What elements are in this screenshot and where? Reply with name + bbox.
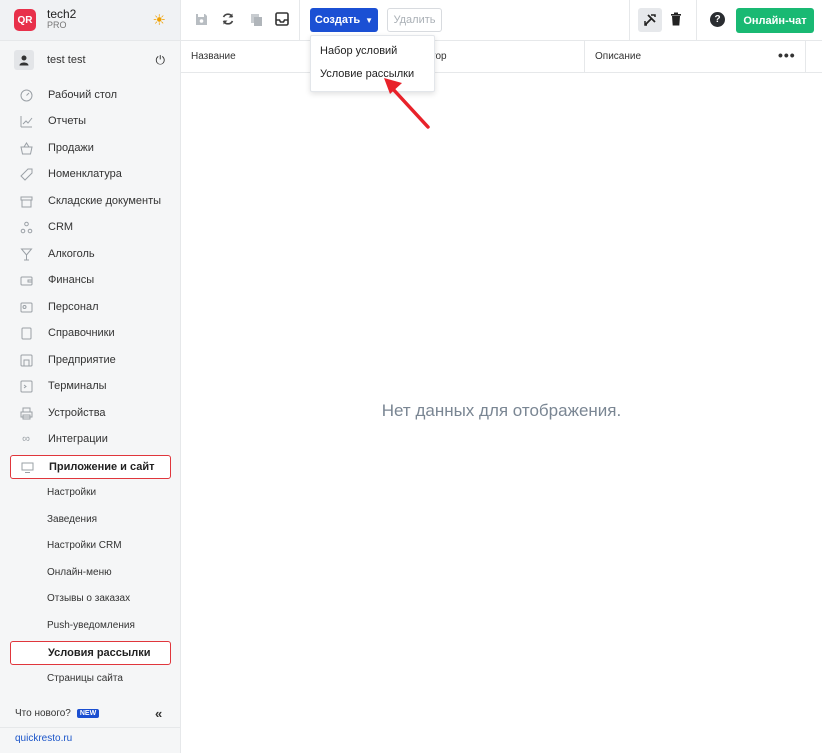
sidebar-item-label: CRM [48, 221, 74, 233]
people-icon [19, 300, 33, 314]
subitem-crm-settings[interactable]: Настройки CRM [47, 539, 122, 553]
whats-new-link[interactable]: Что нового? NEW [15, 708, 100, 719]
account-plan: PRO [47, 20, 67, 30]
footer-divider [0, 727, 181, 728]
account-name: tech2 [47, 7, 77, 21]
column-header-description[interactable]: Описание [595, 51, 641, 62]
warehouse-icon [19, 194, 33, 208]
help-icon[interactable]: ? [710, 12, 725, 27]
power-icon[interactable]: ⏻ [156, 53, 166, 68]
sidebar-item-label: Предприятие [48, 354, 116, 366]
sidebar-item-app-and-site[interactable]: Приложение и сайт [10, 455, 171, 479]
toolbar-divider [299, 0, 300, 40]
column-divider [584, 41, 585, 73]
sidebar-item-staff[interactable]: Персонал [0, 296, 181, 318]
sidebar-item-label: Приложение и сайт [49, 461, 155, 473]
monitor-icon [20, 460, 34, 474]
wallet-icon [19, 273, 33, 287]
basket-icon [19, 141, 33, 155]
sidebar-item-reports[interactable]: Отчеты [0, 110, 181, 132]
sidebar-item-sales[interactable]: Продажи [0, 137, 181, 159]
glass-icon [19, 247, 33, 261]
subitem-site-pages[interactable]: Страницы сайта [47, 672, 123, 686]
copy-icon[interactable] [248, 11, 264, 27]
sidebar: QR tech2 PRO ☀ test test ⏻ Рабочий стол … [0, 0, 181, 753]
table-header: Название тор Описание ••• [181, 41, 822, 73]
infinity-icon: ∞ [22, 433, 30, 445]
sidebar-item-label: Персонал [48, 301, 99, 313]
tools-icon[interactable] [638, 8, 662, 32]
online-chat-button[interactable]: Онлайн-чат [736, 8, 814, 33]
toolbar-divider [696, 0, 697, 40]
inbox-icon[interactable] [274, 11, 290, 27]
theme-sun-icon[interactable]: ☀ [153, 11, 166, 29]
sidebar-item-alcohol[interactable]: Алкоголь [0, 243, 181, 265]
tag-icon [19, 167, 33, 181]
sidebar-item-label: Алкоголь [48, 248, 95, 260]
subitem-push-notifications[interactable]: Push-уведомления [47, 619, 135, 633]
toolbar-divider [629, 0, 630, 40]
collapse-sidebar-icon[interactable]: « [155, 706, 162, 721]
menu-item-condition-set[interactable]: Набор условий [320, 45, 397, 57]
new-badge: NEW [76, 709, 100, 718]
sidebar-item-integrations[interactable]: ∞ Интеграции [0, 428, 181, 450]
sidebar-item-label: Рабочий стол [48, 89, 118, 101]
column-header-name[interactable]: Название [191, 51, 236, 62]
quickresto-link[interactable]: quickresto.ru [15, 733, 72, 744]
sidebar-item-label: Интеграции [48, 433, 108, 445]
reports-icon [19, 114, 33, 128]
sidebar-item-label: Устройства [48, 407, 106, 419]
crm-icon [19, 220, 33, 234]
book-icon [19, 326, 33, 340]
subitem-order-reviews[interactable]: Отзывы о заказах [47, 592, 130, 606]
toolbar: Создать ▼ Удалить ? Онлайн-чат [181, 0, 822, 41]
empty-state-message: Нет данных для отображения. [381, 401, 622, 420]
dashboard-icon [19, 88, 33, 102]
subitem-mailing-conditions[interactable]: Условия рассылки [10, 641, 171, 665]
terminal-icon [19, 379, 33, 393]
sidebar-item-terminals[interactable]: Терминалы [0, 375, 181, 397]
sidebar-item-enterprise[interactable]: Предприятие [0, 349, 181, 371]
sidebar-item-crm[interactable]: CRM [0, 216, 181, 238]
sidebar-item-label: Складские документы [48, 195, 162, 207]
sidebar-item-label: Отчеты [48, 115, 87, 127]
sidebar-item-dashboard[interactable]: Рабочий стол [0, 84, 181, 106]
printer-icon [19, 406, 33, 420]
create-button[interactable]: Создать ▼ [310, 8, 378, 32]
column-divider [805, 41, 806, 73]
save-icon[interactable] [193, 11, 209, 27]
refresh-icon[interactable] [220, 11, 236, 27]
annotation-arrow-icon [384, 78, 430, 129]
sidebar-item-warehouse[interactable]: Складские документы [0, 190, 181, 212]
subitem-settings[interactable]: Настройки [47, 486, 96, 500]
user-name: test test [47, 54, 86, 66]
sidebar-item-devices[interactable]: Устройства [0, 402, 181, 424]
quickresto-logo: QR [14, 9, 36, 31]
trash-icon[interactable] [668, 11, 684, 27]
sidebar-item-directories[interactable]: Справочники [0, 322, 181, 344]
sidebar-item-label: Справочники [48, 327, 115, 339]
sidebar-item-nomenclature[interactable]: Номенклатура [0, 163, 181, 185]
brand-header: QR tech2 PRO ☀ [0, 0, 180, 41]
user-row: test test ⏻ [0, 41, 180, 79]
sidebar-item-finance[interactable]: Финансы [0, 269, 181, 291]
more-options-icon[interactable]: ••• [778, 47, 796, 63]
subitem-venues[interactable]: Заведения [47, 513, 97, 527]
sidebar-item-label: Финансы [48, 274, 95, 286]
user-avatar-icon [14, 50, 34, 70]
store-icon [19, 353, 33, 367]
subitem-online-menu[interactable]: Онлайн-меню [47, 566, 112, 580]
chevron-down-icon: ▼ [365, 15, 374, 25]
sidebar-item-label: Продажи [48, 142, 94, 154]
create-button-label: Создать [314, 14, 361, 26]
delete-button[interactable]: Удалить [387, 8, 442, 32]
sidebar-item-label: Терминалы [48, 380, 107, 392]
whats-new-label: Что нового? [15, 708, 71, 719]
sidebar-item-label: Номенклатура [48, 168, 122, 180]
